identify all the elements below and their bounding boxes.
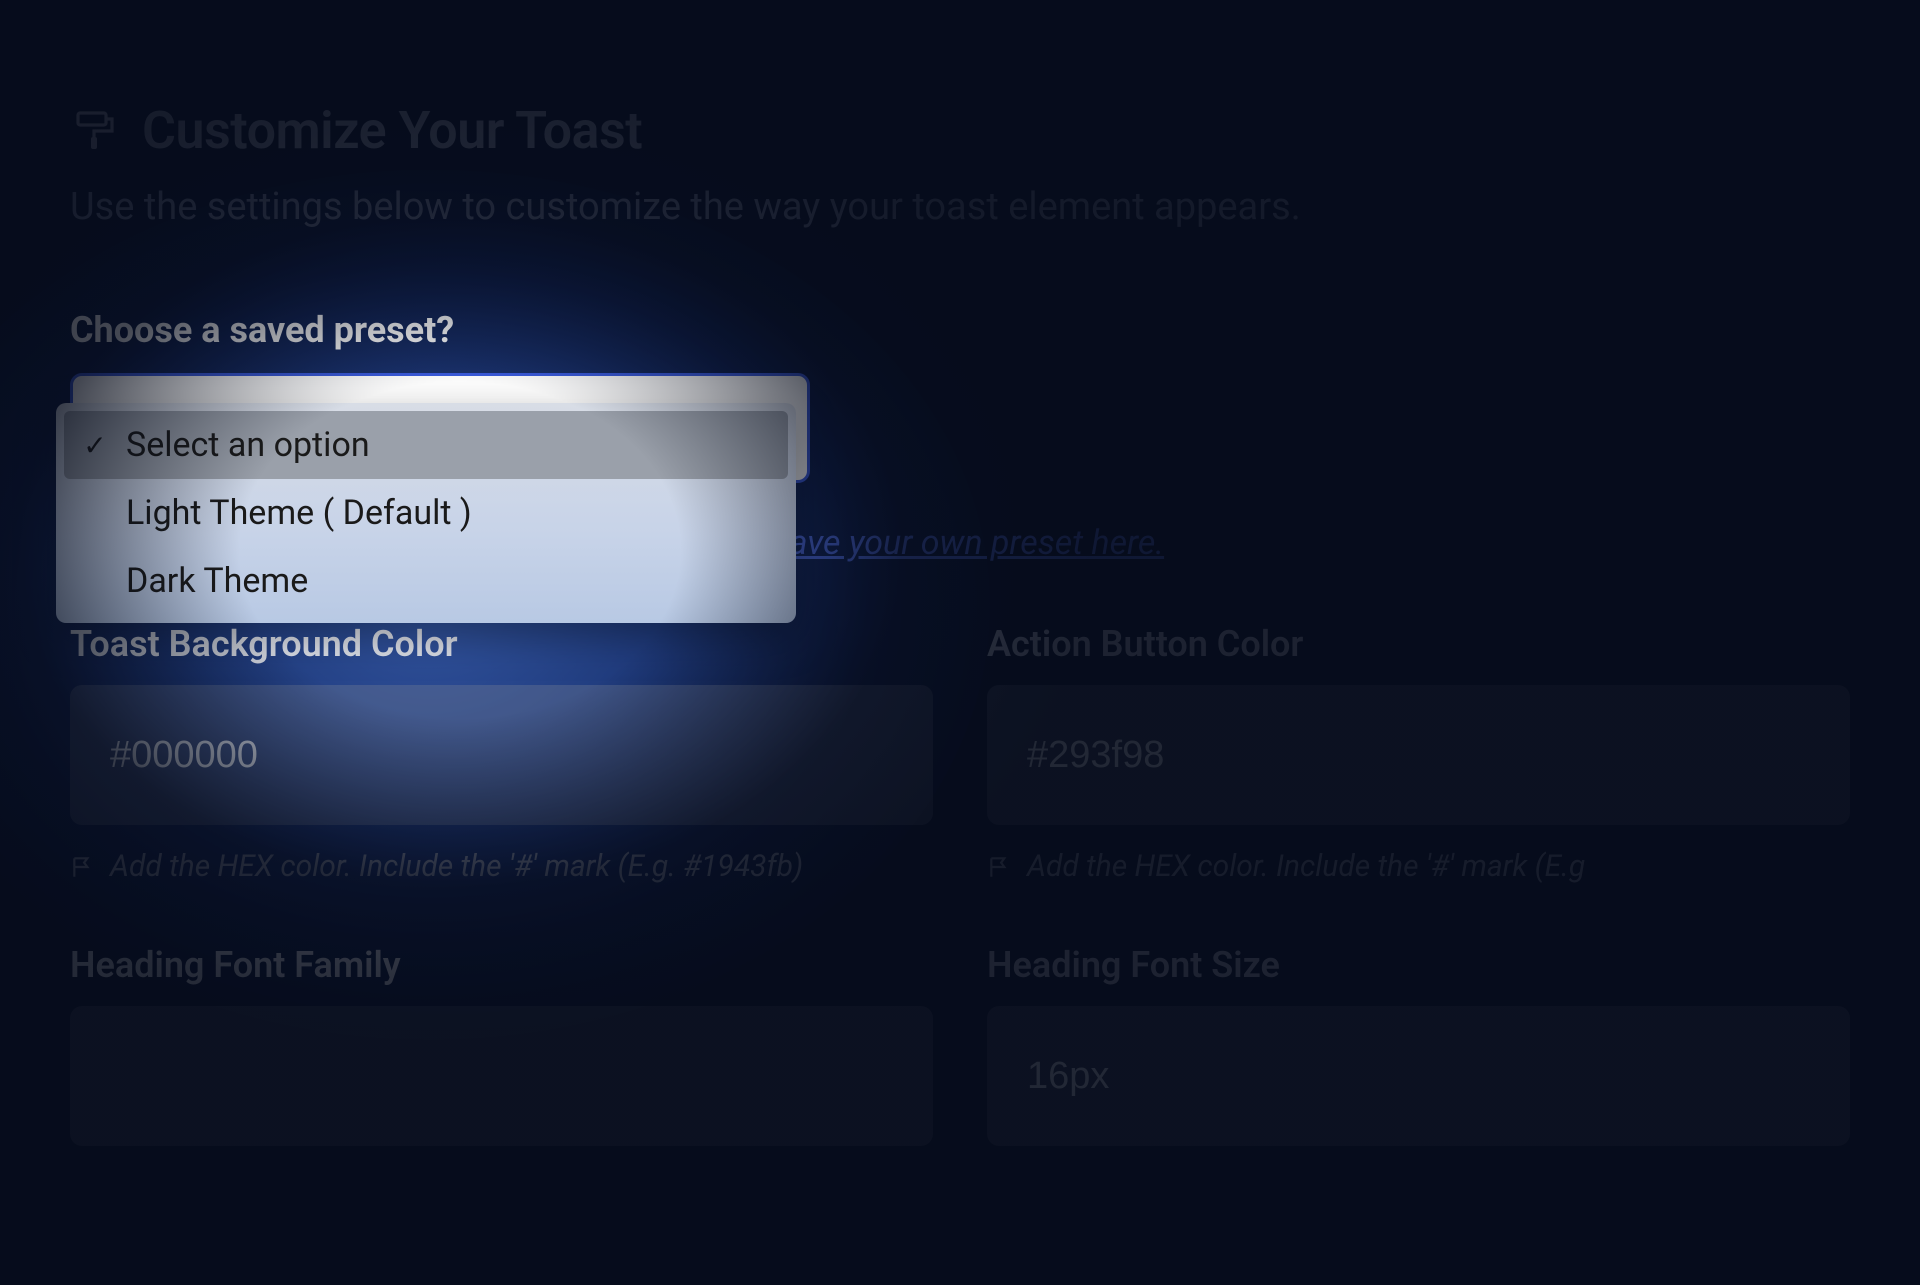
hint-text: Add the HEX color. Include the '#' mark …: [1027, 849, 1585, 884]
paint-format-icon: [70, 107, 118, 155]
preset-option-placeholder[interactable]: ✓ Select an option: [64, 411, 788, 479]
bg-color-hint: Add the HEX color. Include the '#' mark …: [70, 849, 933, 884]
heading-font-family-input[interactable]: [70, 1006, 933, 1146]
preset-section: Choose a saved preset? ✓ Select an optio…: [70, 309, 1850, 623]
preset-dropdown[interactable]: ✓ Select an option Light Theme ( Default…: [56, 403, 796, 623]
field-action-color: Action Button Color Add the HEX color. I…: [987, 623, 1850, 884]
action-color-hint: Add the HEX color. Include the '#' mark …: [987, 849, 1850, 884]
page-subtitle: Use the settings below to customize the …: [70, 185, 1850, 229]
preset-option-dark[interactable]: Dark Theme: [64, 547, 788, 615]
page-heading: Customize Your Toast: [70, 100, 1850, 161]
field-heading-font-family: Heading Font Family: [70, 944, 933, 1146]
flag-icon: [70, 854, 96, 880]
heading-font-family-label: Heading Font Family: [70, 944, 933, 986]
preset-label: Choose a saved preset?: [70, 309, 1850, 351]
page-title: Customize Your Toast: [142, 100, 642, 161]
option-label: Dark Theme: [126, 561, 308, 601]
action-color-label: Action Button Color: [987, 623, 1850, 665]
option-label: Light Theme ( Default ): [126, 493, 472, 533]
bg-color-label: Toast Background Color: [70, 623, 933, 665]
save-preset-link[interactable]: Save your own preset here.: [770, 523, 1164, 563]
heading-font-size-input[interactable]: [987, 1006, 1850, 1146]
heading-font-size-label: Heading Font Size: [987, 944, 1850, 986]
field-bg-color: Toast Background Color Add the HEX color…: [70, 623, 933, 884]
hint-text: Add the HEX color. Include the '#' mark …: [110, 849, 803, 884]
option-label: Select an option: [126, 425, 370, 465]
flag-icon: [987, 854, 1013, 880]
field-heading-font-size: Heading Font Size: [987, 944, 1850, 1146]
check-icon: ✓: [82, 429, 108, 462]
action-color-input[interactable]: [987, 685, 1850, 825]
preset-option-light[interactable]: Light Theme ( Default ): [64, 479, 788, 547]
bg-color-input[interactable]: [70, 685, 933, 825]
